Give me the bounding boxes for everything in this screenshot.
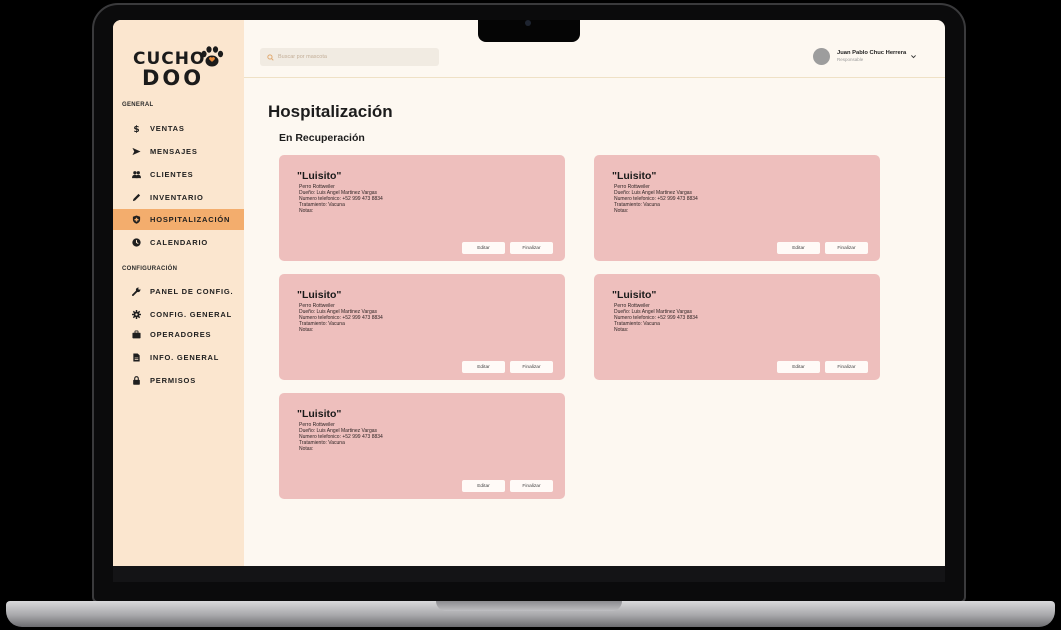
edit-button[interactable]: Editar [462, 242, 505, 254]
sidebar-item-label: CLIENTES [150, 170, 194, 179]
search-bar[interactable] [260, 48, 439, 66]
sidebar-item-label: INFO. GENERAL [150, 353, 220, 362]
pencil-icon [132, 193, 141, 202]
edit-button[interactable]: Editar [777, 242, 820, 254]
patient-card: "Luisito" Perro Rottweiler Dueño: Luis A… [279, 155, 565, 261]
laptop-base-groove [436, 601, 622, 611]
avatar [813, 47, 830, 65]
user-role: Responsable [837, 57, 864, 62]
chevron-down-icon[interactable] [910, 53, 917, 60]
users-icon [132, 170, 141, 179]
sidebar-item-label: PANEL DE CONFIG. [150, 287, 234, 296]
app-screen: CUCHO DOO GENERAL $ VENTAS MENSAJES CLIE… [113, 20, 945, 566]
sidebar: CUCHO DOO GENERAL $ VENTAS MENSAJES CLIE… [113, 20, 244, 566]
sidebar-item-clientes[interactable]: CLIENTES [113, 164, 244, 185]
sidebar-item-label: VENTAS [150, 124, 185, 133]
camera-icon [525, 20, 531, 26]
patient-card: "Luisito" Perro Rottweiler Dueño: Luis A… [594, 155, 880, 261]
patient-notes: Notas: [614, 208, 629, 214]
sidebar-item-label: OPERADORES [150, 330, 212, 339]
finish-button[interactable]: Finalizar [510, 242, 553, 254]
shield-icon [132, 215, 141, 224]
sidebar-item-label: HOSPITALIZACIÓN [150, 215, 231, 224]
patient-name: "Luisito" [297, 170, 342, 182]
sidebar-item-inventario[interactable]: INVENTARIO [113, 187, 244, 208]
send-icon [132, 147, 141, 156]
sidebar-item-calendario[interactable]: CALENDARIO [113, 232, 244, 253]
sidebar-item-ventas[interactable]: $ VENTAS [113, 118, 244, 139]
sidebar-item-info-general[interactable]: INFO. GENERAL [113, 347, 244, 368]
edit-button[interactable]: Editar [777, 361, 820, 373]
patient-name: "Luisito" [612, 170, 657, 182]
sidebar-item-hospitalizacion[interactable]: HOSPITALIZACIÓN [113, 209, 244, 230]
header-divider [244, 77, 945, 78]
patient-name: "Luisito" [297, 408, 342, 420]
sidebar-item-label: PERMISOS [150, 376, 196, 385]
edit-button[interactable]: Editar [462, 480, 505, 492]
search-input[interactable] [278, 54, 428, 60]
sidebar-item-label: INVENTARIO [150, 193, 204, 202]
finish-button[interactable]: Finalizar [510, 480, 553, 492]
sidebar-item-panel-config[interactable]: PANEL DE CONFIG. [113, 281, 244, 302]
finish-button[interactable]: Finalizar [510, 361, 553, 373]
file-icon [132, 353, 141, 362]
sidebar-item-config-general[interactable]: CONFIG. GENERAL [113, 304, 244, 325]
section-title: En Recuperación [279, 132, 365, 144]
patient-card: "Luisito" Perro Rottweiler Dueño: Luis A… [594, 274, 880, 380]
section-label-config: CONFIGURACIÓN [122, 266, 178, 272]
brand-logo-line2: DOO [142, 66, 205, 90]
user-menu[interactable]: Juan Pablo Chuc Herrera Responsable [813, 46, 917, 66]
patient-card: "Luisito" Perro Rottweiler Dueño: Luis A… [279, 393, 565, 499]
gear-icon [132, 310, 141, 319]
finish-button[interactable]: Finalizar [825, 361, 868, 373]
user-name: Juan Pablo Chuc Herrera [837, 50, 907, 56]
patient-notes: Notas: [299, 327, 314, 333]
section-label-general: GENERAL [122, 102, 154, 108]
dollar-icon: $ [132, 124, 141, 133]
sidebar-item-operadores[interactable]: OPERADORES [113, 324, 244, 345]
patient-notes: Notas: [614, 327, 629, 333]
sidebar-item-label: CONFIG. GENERAL [150, 310, 233, 319]
laptop-chin [113, 566, 945, 582]
sidebar-item-mensajes[interactable]: MENSAJES [113, 141, 244, 162]
page-title: Hospitalización [268, 102, 393, 121]
patient-card: "Luisito" Perro Rottweiler Dueño: Luis A… [279, 274, 565, 380]
patient-notes: Notas: [299, 446, 314, 452]
edit-button[interactable]: Editar [462, 361, 505, 373]
finish-button[interactable]: Finalizar [825, 242, 868, 254]
search-icon [267, 53, 274, 61]
user-info: Juan Pablo Chuc Herrera Responsable [837, 50, 906, 62]
briefcase-icon [132, 330, 141, 339]
sidebar-item-label: MENSAJES [150, 147, 198, 156]
patient-notes: Notas: [299, 208, 314, 214]
brand-logo[interactable]: CUCHO DOO [133, 44, 228, 94]
lock-icon [132, 376, 141, 385]
svg-text:$: $ [133, 125, 139, 133]
patient-name: "Luisito" [297, 289, 342, 301]
sidebar-item-permisos[interactable]: PERMISOS [113, 370, 244, 391]
wrench-icon [132, 287, 141, 296]
patient-name: "Luisito" [612, 289, 657, 301]
sidebar-item-label: CALENDARIO [150, 238, 208, 247]
clock-icon [132, 238, 141, 247]
paw-icon [201, 46, 224, 67]
